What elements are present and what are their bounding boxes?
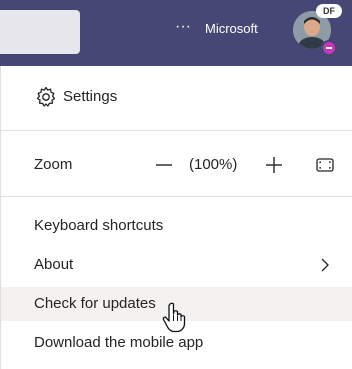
zoom-out-icon[interactable] bbox=[153, 154, 175, 176]
app-header: ··· Microsoft DF bbox=[0, 0, 352, 66]
menu-item-label: Download the mobile app bbox=[34, 334, 204, 351]
menu-item-label: Keyboard shortcuts bbox=[34, 217, 164, 234]
user-initials-badge: DF bbox=[316, 4, 342, 18]
divider bbox=[1, 196, 352, 197]
menu-item-settings[interactable]: Settings bbox=[1, 81, 352, 113]
search-box[interactable] bbox=[0, 10, 80, 54]
menu-item-label: About bbox=[34, 256, 74, 273]
zoom-label: Zoom bbox=[34, 156, 73, 173]
divider bbox=[1, 130, 352, 131]
gear-icon bbox=[36, 86, 56, 107]
zoom-row: Zoom (100%) bbox=[1, 149, 352, 181]
more-options-button[interactable]: ··· bbox=[172, 18, 194, 38]
fit-to-screen-icon[interactable] bbox=[315, 155, 335, 175]
settings-label: Settings bbox=[63, 88, 118, 105]
menu-item-keyboard-shortcuts[interactable]: Keyboard shortcuts bbox=[1, 209, 352, 243]
chevron-right-icon bbox=[321, 258, 329, 272]
zoom-in-icon[interactable] bbox=[263, 154, 285, 176]
presence-status-icon bbox=[321, 40, 337, 56]
hand-pointer-cursor bbox=[162, 302, 186, 333]
org-name: Microsoft bbox=[205, 21, 258, 36]
zoom-value: (100%) bbox=[189, 156, 238, 173]
menu-item-about[interactable]: About bbox=[1, 248, 352, 282]
settings-dropdown-menu: Settings Zoom (100%) Keyboard shortcuts … bbox=[0, 66, 352, 369]
menu-item-label: Check for updates bbox=[34, 295, 156, 312]
